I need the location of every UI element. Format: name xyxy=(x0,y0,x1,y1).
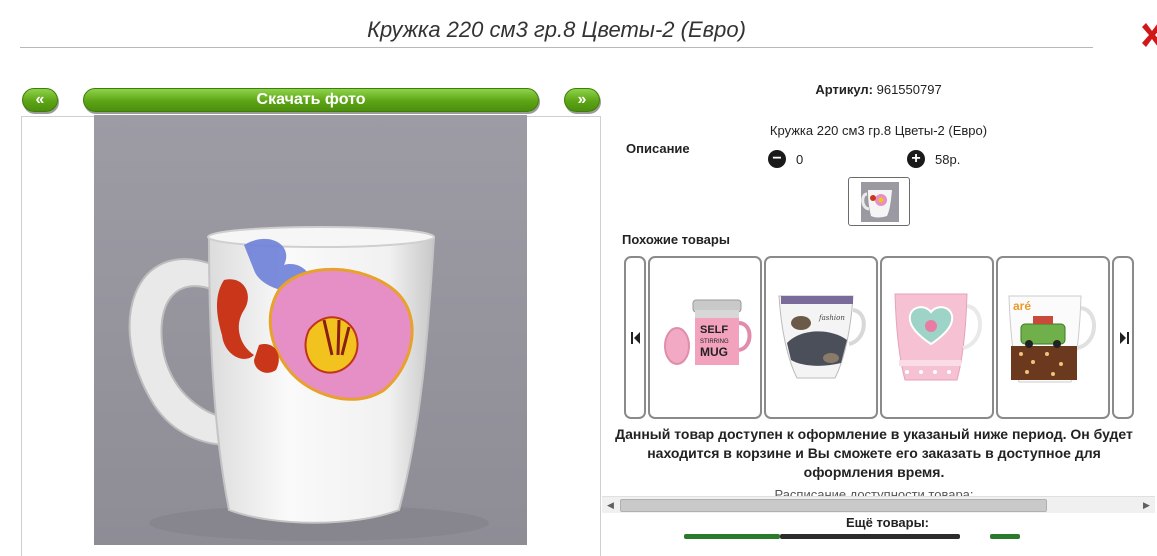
scroll-right-icon[interactable]: ▶ xyxy=(1138,497,1155,514)
minus-circle-icon[interactable]: − xyxy=(768,150,786,168)
similar-item[interactable]: aré xyxy=(996,256,1110,419)
svg-text:MUG: MUG xyxy=(700,345,728,359)
page-title: Кружка 220 см3 гр.8 Цветы-2 (Евро) xyxy=(367,17,746,42)
quantity-stepper: − 0 xyxy=(768,150,803,168)
carousel-next-button[interactable] xyxy=(1112,256,1134,419)
plus-circle-icon[interactable]: + xyxy=(907,150,925,168)
similar-products-label: Похожие товары xyxy=(622,232,730,247)
next-photo-button[interactable]: » xyxy=(564,88,600,112)
description-label: Описание xyxy=(626,141,690,156)
similar-item[interactable]: fashion xyxy=(764,256,878,419)
availability-notice: Данный товар доступен к оформление в ука… xyxy=(615,426,1133,480)
horizontal-scrollbar[interactable]: ◀ ▶ xyxy=(602,496,1155,513)
scroll-left-icon[interactable]: ◀ xyxy=(602,497,619,514)
article-label: Артикул: xyxy=(815,82,873,97)
close-icon[interactable] xyxy=(1142,20,1157,50)
price-value: 58р. xyxy=(935,151,961,167)
product-thumbnail[interactable] xyxy=(848,177,910,226)
scrollbar-thumb[interactable] xyxy=(620,499,1047,512)
svg-text:fashion: fashion xyxy=(818,314,845,322)
product-photo xyxy=(94,115,527,545)
svg-text:SELF: SELF xyxy=(700,324,728,336)
more-products-link[interactable] xyxy=(780,534,960,539)
more-products-label: Ещё товары: xyxy=(845,515,930,530)
more-products-link[interactable] xyxy=(684,534,780,539)
prev-photo-button[interactable]: « xyxy=(22,88,58,112)
article-value: 961550797 xyxy=(876,82,942,97)
more-products-link[interactable] xyxy=(990,534,1020,539)
download-photo-button[interactable]: Скачать фото xyxy=(83,88,539,112)
carousel-prev-button[interactable] xyxy=(624,256,646,419)
description-text: Кружка 220 см3 гр.8 Цветы-2 (Евро) xyxy=(769,123,988,138)
carousel-prev-icon xyxy=(631,332,640,344)
title-bar: Кружка 220 см3 гр.8 Цветы-2 (Евро) xyxy=(20,0,1093,48)
similar-item[interactable] xyxy=(880,256,994,419)
availability-schedule: Расписание доступности товара: xyxy=(774,487,974,496)
similar-item[interactable]: SELF STIRRING MUG xyxy=(648,256,762,419)
article-line: Артикул: 961550797 xyxy=(600,82,1157,97)
price-block: + 58р. xyxy=(907,150,960,168)
carousel-next-icon xyxy=(1120,332,1129,344)
quantity-value: 0 xyxy=(796,151,804,167)
svg-text:aré: aré xyxy=(1013,299,1031,313)
